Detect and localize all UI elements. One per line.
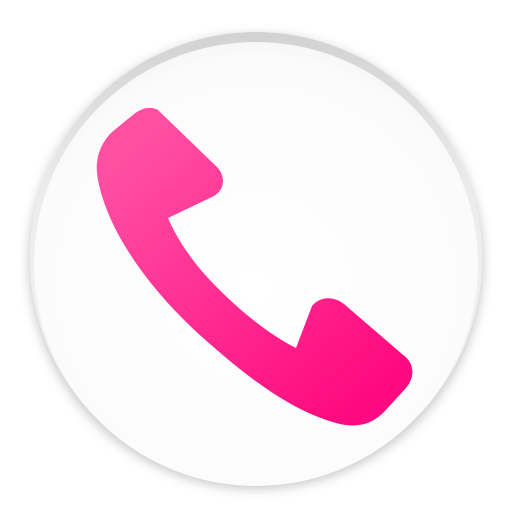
app-icon-canvas bbox=[0, 0, 512, 512]
icon-circle-face bbox=[34, 42, 478, 486]
phone-app-icon[interactable] bbox=[0, 0, 512, 512]
